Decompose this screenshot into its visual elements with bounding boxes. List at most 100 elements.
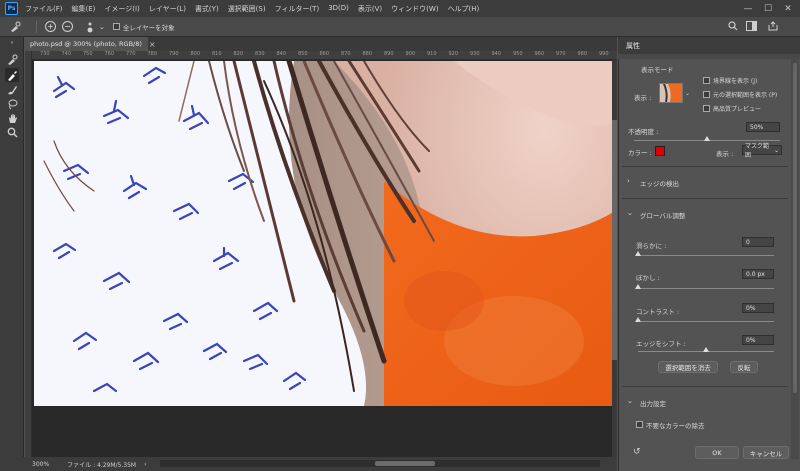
brush-icon[interactable] bbox=[5, 82, 19, 96]
chevron-right-icon[interactable]: › bbox=[627, 177, 630, 185]
zoom-level[interactable]: 300% bbox=[32, 461, 49, 468]
subtract-from-selection-icon[interactable]: − bbox=[62, 21, 73, 32]
properties-panel-header: 属性 bbox=[618, 37, 800, 54]
menu-items: ファイル(F) 編集(E) イメージ(I) レイヤー(L) 書式(Y) 選択範囲(S) フィ… bbox=[25, 4, 488, 14]
opacity-input[interactable]: 50% bbox=[746, 122, 780, 132]
horizontal-ruler: 730 740 750 760 770 780 790 800 810 820 830 840 850 8… bbox=[32, 51, 617, 60]
quick-selection-tool-icon[interactable] bbox=[8, 21, 22, 33]
feather-input[interactable]: 0.0 px bbox=[742, 269, 774, 279]
ruler-tick-label: 810 bbox=[212, 51, 222, 57]
shift-edge-input[interactable]: 0% bbox=[742, 335, 774, 345]
ruler-tick-label: 890 bbox=[384, 51, 394, 57]
chevron-down-icon[interactable]: ⌄ bbox=[627, 397, 633, 405]
edge-detection-label[interactable]: エッジの検出 bbox=[640, 178, 679, 188]
smooth-slider-thumb[interactable] bbox=[635, 251, 641, 256]
decontaminate-checkbox[interactable] bbox=[636, 421, 643, 428]
menu-item[interactable]: ファイル(F) bbox=[25, 4, 63, 14]
lasso-icon[interactable] bbox=[5, 97, 19, 111]
collapse-icon[interactable]: » bbox=[5, 40, 19, 46]
panel-strip bbox=[618, 54, 800, 59]
feather-slider-thumb[interactable] bbox=[635, 284, 641, 289]
minimize-icon[interactable]: — bbox=[738, 0, 758, 17]
workspace-icon[interactable] bbox=[746, 21, 757, 31]
maximize-icon[interactable]: ☐ bbox=[758, 0, 778, 17]
menu-item[interactable]: 編集(E) bbox=[72, 4, 96, 14]
ruler-tick-label: 980 bbox=[577, 51, 588, 57]
ruler-tick-label: 780 bbox=[147, 51, 158, 57]
ruler-tick-label: 960 bbox=[534, 51, 545, 57]
contrast-input[interactable]: 0% bbox=[742, 303, 774, 313]
hand-icon[interactable] bbox=[5, 111, 19, 125]
color-swatch[interactable] bbox=[655, 146, 665, 156]
close-tab-icon[interactable]: × bbox=[149, 40, 156, 49]
divider bbox=[622, 166, 788, 167]
share-icon[interactable] bbox=[768, 21, 778, 31]
panel-scrollbar-thumb[interactable] bbox=[793, 63, 797, 393]
ruler-tick-label: 900 bbox=[405, 51, 416, 57]
menu-bar: Ps ファイル(F) 編集(E) イメージ(I) レイヤー(L) 書式(Y) 選択範囲(S… bbox=[0, 0, 800, 17]
invert-button[interactable]: 反転 bbox=[730, 361, 758, 373]
photo-canvas[interactable] bbox=[34, 61, 615, 406]
ok-button[interactable]: OK bbox=[695, 446, 739, 459]
shift-edge-slider-thumb[interactable] bbox=[703, 347, 709, 352]
canvas-scrollbar-horizontal[interactable] bbox=[160, 460, 600, 467]
ruler-tick-label: 770 bbox=[126, 51, 136, 57]
output-settings-label[interactable]: 出力設定 bbox=[640, 398, 666, 408]
close-window-icon[interactable]: ✕ bbox=[778, 0, 798, 17]
view-label: 表示 : bbox=[634, 94, 652, 102]
global-refine-label[interactable]: グローバル調整 bbox=[640, 210, 685, 220]
menu-item[interactable]: ヘルプ(H) bbox=[448, 4, 480, 14]
quick-selection-icon[interactable] bbox=[5, 52, 19, 66]
menu-item[interactable]: イメージ(I) bbox=[104, 4, 139, 14]
menu-item[interactable]: 3D(D) bbox=[328, 4, 349, 14]
all-layers-checkbox[interactable] bbox=[112, 23, 120, 30]
view-mode-thumbnail[interactable] bbox=[659, 83, 683, 103]
ruler-tick-label: 970 bbox=[556, 51, 566, 57]
ruler-tick-label: 950 bbox=[513, 51, 523, 57]
ruler-tick-label: 800 bbox=[190, 51, 201, 57]
hq-preview-checkbox[interactable] bbox=[703, 105, 710, 112]
panel-scrollbar[interactable] bbox=[791, 59, 799, 459]
file-info: ファイル : 4.29M/5.35M bbox=[67, 461, 137, 469]
contrast-slider-thumb[interactable] bbox=[635, 317, 641, 322]
document-tab-title: photo.psd @ 300% (photo, RGB/8) bbox=[30, 40, 142, 48]
display-select[interactable]: マスク範囲 ⌄ bbox=[742, 143, 782, 159]
show-original-checkbox[interactable] bbox=[703, 91, 710, 98]
reset-icon[interactable]: ↺ bbox=[633, 447, 643, 457]
ruler-tick-label: 930 bbox=[470, 51, 480, 57]
contrast-slider-track[interactable] bbox=[638, 321, 774, 322]
menu-item[interactable]: ウィンドウ(W) bbox=[391, 4, 438, 14]
document-tab[interactable]: photo.psd @ 300% (photo, RGB/8) × bbox=[25, 37, 156, 51]
menu-item[interactable]: レイヤー(L) bbox=[149, 4, 186, 14]
feather-slider-track[interactable] bbox=[638, 288, 774, 289]
all-layers-label: 全レイヤーを対象 bbox=[122, 23, 175, 32]
menu-item[interactable]: 書式(Y) bbox=[195, 4, 219, 14]
smooth-input[interactable]: 0 bbox=[742, 237, 774, 247]
search-icon[interactable] bbox=[728, 21, 738, 31]
status-menu-icon[interactable]: › bbox=[144, 461, 146, 468]
status-bar: 300% ファイル : 4.29M/5.35M › bbox=[0, 457, 617, 471]
display-select-value: マスク範囲 bbox=[745, 143, 770, 159]
chevron-down-icon[interactable]: ⌄ bbox=[99, 23, 105, 31]
add-to-selection-icon[interactable]: + bbox=[45, 21, 56, 32]
menu-item[interactable]: 表示(V) bbox=[358, 4, 382, 14]
menu-item[interactable]: 選択範囲(S) bbox=[228, 4, 266, 14]
brush-size-icon[interactable] bbox=[85, 21, 95, 33]
view-mode-dropdown-icon[interactable]: ⌄ bbox=[685, 90, 690, 97]
smooth-slider-track[interactable] bbox=[638, 255, 774, 256]
menu-item[interactable]: フィルター(T) bbox=[275, 4, 320, 14]
ruler-tick-label: 830 bbox=[255, 51, 265, 57]
divider bbox=[622, 386, 788, 387]
ruler-tick-label: 840 bbox=[276, 51, 287, 57]
refine-edge-brush-icon[interactable] bbox=[5, 68, 19, 82]
canvas-scrollbar-thumb[interactable] bbox=[612, 120, 617, 360]
canvas-scrollbar-h-thumb[interactable] bbox=[375, 461, 435, 466]
cancel-button[interactable]: キャンセル bbox=[743, 446, 789, 459]
ruler-tick-label: 750 bbox=[83, 51, 93, 57]
show-edge-checkbox[interactable] bbox=[703, 77, 710, 84]
canvas-scrollbar-vertical[interactable] bbox=[612, 60, 617, 457]
clear-selection-button[interactable]: 選択範囲を消去 bbox=[658, 361, 718, 373]
zoom-icon[interactable] bbox=[5, 125, 19, 139]
opacity-slider-thumb[interactable] bbox=[704, 136, 710, 141]
chevron-down-icon[interactable]: ⌄ bbox=[627, 209, 633, 217]
